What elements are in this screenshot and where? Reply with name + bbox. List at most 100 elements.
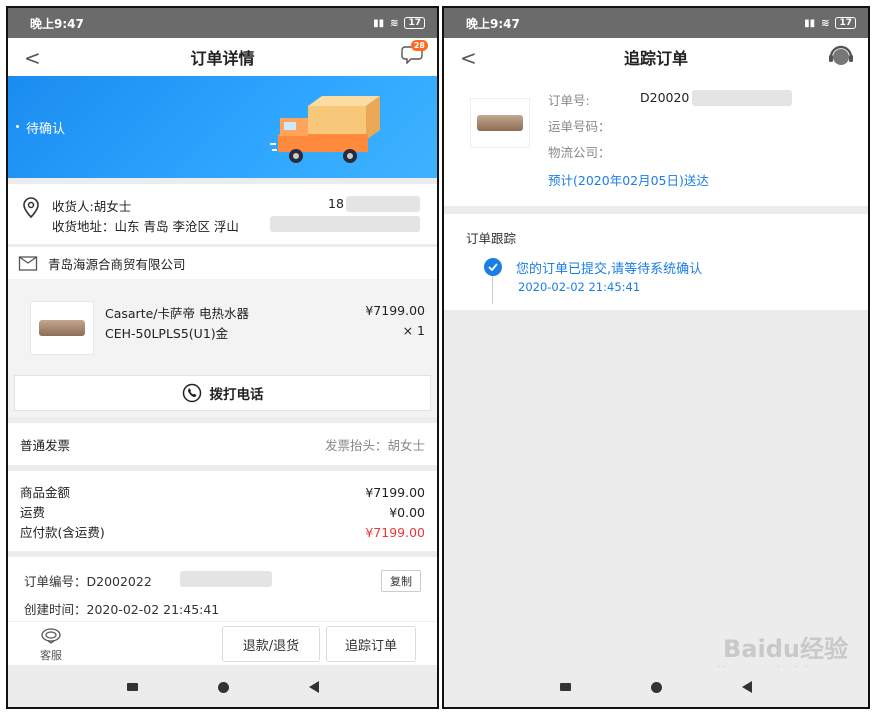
phone-icon (182, 383, 201, 403)
address-card[interactable]: 收货人:胡女士 18 收货地址：山东 青岛 李沧区 浮山 (8, 184, 437, 244)
status-icons: ▮▮ ≋ 17 (804, 17, 856, 29)
shop-icon (18, 256, 38, 271)
redacted-phone (346, 196, 420, 212)
shipping-row: 运费 ¥0.00 (20, 503, 425, 523)
timeline-line (492, 276, 493, 304)
shipping-value: ¥0.00 (389, 505, 425, 520)
home-nav-button[interactable] (651, 681, 662, 693)
tracking-timeline: 订单跟踪 您的订单已提交,请等待系统确认 2020-02-02 21:45:41 (444, 214, 868, 310)
nav-bar: < 订单详情 28 (8, 38, 437, 76)
check-icon (488, 263, 498, 271)
product-name: Casarte/卡萨帝 电热水器 (105, 306, 249, 321)
shipping-label: 运费 (20, 505, 46, 520)
message-badge: 28 (410, 40, 428, 51)
customer-service-button[interactable]: 客服 (34, 626, 68, 663)
system-nav-bar (8, 667, 437, 707)
system-nav-bar (444, 667, 868, 707)
order-status: 待确认 (26, 122, 66, 137)
water-heater-image (477, 115, 523, 131)
signal-icon: ▮▮ (373, 17, 385, 29)
back-button[interactable]: < (24, 46, 41, 70)
goods-amount-row: 商品金额 ¥7199.00 (20, 483, 425, 503)
product-quantity: × 1 (402, 323, 425, 338)
product-image (470, 98, 530, 148)
logistics-row: 物流公司： (548, 142, 611, 161)
order-info: 订单编号：D2002022 复制 创建时间：2020-02-02 21:45:4… (8, 557, 437, 621)
wifi-icon: ≋ (821, 17, 830, 29)
order-detail-screen: 晚上9:47 ▮▮ ≋ 17 < 订单详情 28 待确认 收货人:胡女士 18 … (6, 6, 439, 709)
status-dot (16, 125, 19, 128)
estimated-delivery: 预计(2020年02月05日)送达 (548, 173, 709, 188)
truck-illustration (270, 96, 380, 163)
order-number-label: 订单号: (548, 93, 590, 108)
receiver-phone: 18 (328, 196, 344, 211)
product-price: ¥7199.00 (365, 303, 425, 318)
status-icons: ▮▮ ≋ 17 (373, 17, 425, 29)
back-nav-button[interactable] (308, 681, 319, 693)
invoice-row: 普通发票 发票抬头：胡女士 (8, 423, 437, 465)
home-nav-button[interactable] (217, 681, 229, 693)
total-value: ¥7199.00 (365, 525, 425, 540)
created-time: 创建时间：2020-02-02 21:45:41 (24, 602, 220, 617)
receiver-address: 收货地址：山东 青岛 李沧区 浮山 (52, 219, 239, 234)
refund-button[interactable]: 退款/退货 (222, 626, 320, 662)
tracking-event: 您的订单已提交,请等待系统确认 (516, 262, 703, 277)
goods-amount-value: ¥7199.00 (365, 485, 425, 500)
goods-amount-label: 商品金额 (20, 485, 71, 500)
logistics-label: 物流公司： (548, 145, 611, 160)
status-time: 晚上9:47 (30, 16, 84, 31)
shipment-info: 订单号: D20020 运单号码： 物流公司： 预计(2020年02月05日)送… (444, 76, 868, 206)
status-bar: 晚上9:47 ▮▮ ≋ 17 (444, 8, 868, 38)
call-button[interactable]: 拨打电话 (14, 375, 431, 411)
redacted-order-number (692, 90, 792, 106)
order-number: 订单编号：D2002022 (24, 574, 152, 589)
call-wrapper: 拨打电话 (8, 375, 437, 417)
action-bar: 客服 退款/退货 追踪订单 (8, 621, 437, 665)
status-time: 晚上9:47 (466, 16, 520, 31)
battery-icon: 17 (835, 17, 856, 29)
headset-icon (829, 45, 853, 65)
shop-row[interactable]: 青岛海源合商贸有限公司 (8, 247, 437, 279)
shop-name: 青岛海源合商贸有限公司 (48, 256, 186, 272)
redacted-address (270, 216, 420, 232)
total-row: 应付款(含运费) ¥7199.00 (20, 523, 425, 543)
recents-nav-button[interactable] (126, 683, 138, 691)
track-order-screen: 晚上9:47 ▮▮ ≋ 17 < 追踪订单 订单号: D20020 运单号码： … (442, 6, 870, 709)
message-button[interactable]: 28 (401, 40, 428, 68)
invoice-title: 发票抬头：胡女士 (324, 437, 425, 453)
recents-nav-button[interactable] (560, 683, 571, 691)
copy-button[interactable]: 复制 (381, 570, 421, 592)
customer-service-label: 客服 (40, 649, 62, 662)
location-pin-icon (23, 197, 39, 219)
timeline-node (484, 258, 502, 276)
tracking-time: 2020-02-02 21:45:41 (518, 280, 641, 294)
wifi-icon: ≋ (390, 17, 399, 29)
total-label: 应付款(含运费) (20, 525, 105, 540)
call-label: 拨打电话 (209, 387, 264, 403)
receiver-name: 收货人:胡女士 (52, 199, 132, 214)
page-title: 追踪订单 (623, 49, 688, 68)
signal-icon: ▮▮ (804, 17, 816, 29)
redacted-order-number (180, 571, 272, 587)
status-bar: 晚上9:47 ▮▮ ≋ 17 (8, 8, 437, 38)
waybill-row: 运单号码： (548, 116, 611, 135)
track-order-button[interactable]: 追踪订单 (326, 626, 416, 662)
battery-icon: 17 (404, 17, 425, 29)
order-number-row: 订单号: D20020 (548, 90, 689, 109)
customer-service-button[interactable] (828, 44, 854, 72)
page-title: 订单详情 (190, 49, 255, 68)
nav-bar: < 追踪订单 (444, 38, 868, 76)
waybill-label: 运单号码： (548, 119, 611, 134)
back-nav-button[interactable] (742, 681, 752, 693)
product-image (30, 301, 94, 355)
order-number-value: D20020 (640, 90, 690, 105)
water-heater-image (39, 320, 85, 336)
invoice-type: 普通发票 (20, 437, 71, 453)
headset-icon (41, 628, 61, 644)
tracking-label: 订单跟踪 (466, 231, 517, 246)
product-item[interactable]: Casarte/卡萨帝 电热水器 CEH-50LPLS5(U1)金 ¥7199.… (8, 279, 437, 375)
watermark-main: Baidu经验 (723, 635, 848, 663)
order-status-banner: 待确认 (8, 76, 437, 178)
back-button[interactable]: < (460, 46, 477, 70)
payment-summary: 商品金额 ¥7199.00 运费 ¥0.00 应付款(含运费) ¥7199.00 (8, 471, 437, 551)
